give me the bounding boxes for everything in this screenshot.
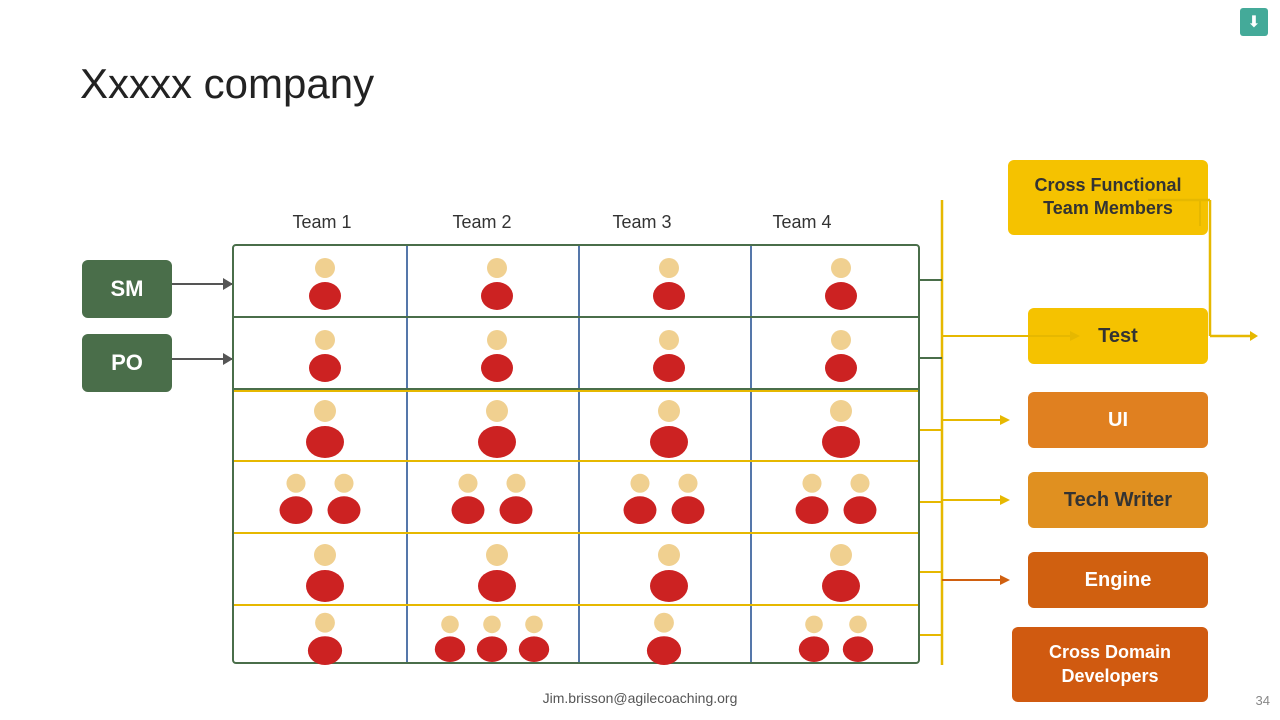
- cell-r5-c4: [760, 538, 922, 606]
- cell-r5-c3: [588, 538, 750, 606]
- tech-writer-box: Tech Writer: [1028, 472, 1208, 528]
- cell-r1-c1: [244, 248, 406, 318]
- main-grid: [232, 244, 920, 664]
- cell-r6-c2: [406, 610, 578, 666]
- test-box: Test: [1028, 308, 1208, 364]
- ui-box: UI: [1028, 392, 1208, 448]
- cell-r2-c1: [244, 320, 406, 390]
- team-labels: Team 1 Team 2 Team 3 Team 4: [242, 212, 882, 233]
- cell-r5-c2: [416, 538, 578, 606]
- sm-box: SM: [82, 260, 172, 318]
- cell-r4-c4: [750, 462, 922, 534]
- cell-r4-c2: [406, 462, 578, 534]
- team-label-1: Team 1: [242, 212, 402, 233]
- page-title: Xxxxx company: [80, 60, 374, 108]
- sm-arrow: [172, 283, 232, 285]
- cell-r1-c4: [760, 248, 922, 318]
- cell-r4-c3: [578, 462, 750, 534]
- cell-r1-c2: [416, 248, 578, 318]
- team-label-4: Team 4: [722, 212, 882, 233]
- cross-domain-box: Cross Domain Developers: [1012, 627, 1208, 702]
- cell-r3-c3: [588, 394, 750, 462]
- slide-number: 34: [1256, 693, 1270, 708]
- cell-r2-c2: [416, 320, 578, 390]
- cell-r6-c1: [244, 610, 406, 666]
- cell-r2-c4: [760, 320, 922, 390]
- cell-r6-c4: [750, 610, 922, 666]
- cross-functional-box: Cross Functional Team Members: [1008, 160, 1208, 235]
- team-label-3: Team 3: [562, 212, 722, 233]
- cell-r1-c3: [588, 248, 750, 318]
- cell-r2-c3: [588, 320, 750, 390]
- po-box: PO: [82, 334, 172, 392]
- cell-r5-c1: [244, 538, 406, 606]
- team-label-2: Team 2: [402, 212, 562, 233]
- download-icon[interactable]: ⬇: [1240, 8, 1268, 36]
- cell-r3-c4: [760, 394, 922, 462]
- cell-r3-c1: [244, 394, 406, 462]
- cell-r3-c2: [416, 394, 578, 462]
- cell-r4-c1: [234, 462, 406, 534]
- engine-box: Engine: [1028, 552, 1208, 608]
- po-arrow: [172, 358, 232, 360]
- footer-email: Jim.brisson@agilecoaching.org: [543, 690, 738, 706]
- cell-r6-c3: [578, 610, 750, 666]
